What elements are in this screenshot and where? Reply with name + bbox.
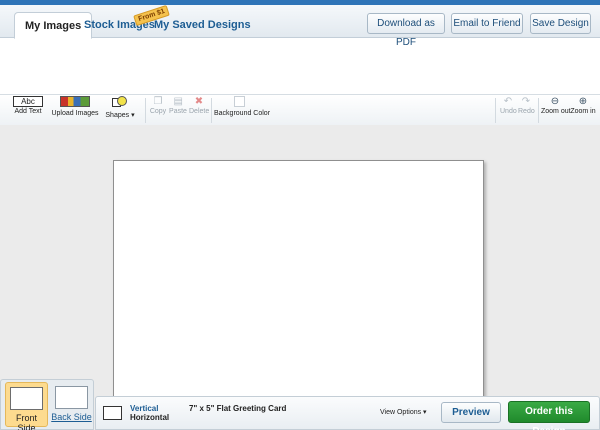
- tab-strip: My Images Stock Images From $1 My Saved …: [0, 4, 600, 48]
- undo-tool[interactable]: ↶ Undo: [500, 96, 517, 115]
- paste-tool[interactable]: ▤ Paste: [169, 96, 187, 115]
- paste-icon: ▤: [173, 96, 183, 107]
- photos-icon: [60, 96, 90, 107]
- save-design-button[interactable]: Save Design: [530, 13, 591, 34]
- redo-label: Redo: [518, 108, 535, 115]
- delete-label: Delete: [189, 108, 210, 115]
- bottom-bar: Front Side Back Side Vertical Horizontal…: [0, 376, 600, 430]
- background-color-tool[interactable]: Background Color: [214, 96, 271, 117]
- text-icon: Abc: [13, 96, 43, 107]
- background-color-label: Background Color: [214, 110, 271, 117]
- order-design-button[interactable]: Order this Design: [508, 401, 590, 430]
- zoom-in-icon: ⊕: [578, 96, 588, 107]
- upload-images-tool[interactable]: Upload Images: [51, 96, 99, 117]
- redo-icon: ↷: [521, 96, 531, 107]
- add-text-tool[interactable]: Abc Add Text: [12, 96, 44, 115]
- toolbar-divider: [211, 98, 212, 123]
- email-friend-button[interactable]: Email to Friend: [451, 13, 523, 34]
- redo-tool[interactable]: ↷ Redo: [518, 96, 535, 115]
- orientation-thumbnail: [103, 406, 122, 420]
- preview-button[interactable]: Preview: [441, 402, 501, 423]
- copy-label: Copy: [149, 108, 167, 115]
- product-name: 7" x 5" Flat Greeting Card: [189, 404, 287, 413]
- zoom-out-label: Zoom out: [541, 108, 571, 115]
- side-selector: Front Side Back Side: [0, 379, 94, 430]
- back-side-thumbnail: [55, 386, 88, 409]
- zoom-out-tool[interactable]: ⊖ Zoom out: [541, 96, 571, 115]
- front-side-tab[interactable]: Front Side: [5, 382, 48, 430]
- zoom-in-tool[interactable]: ⊕ Zoom in: [570, 96, 596, 115]
- editor-header: My Images Stock Images From $1 My Saved …: [0, 4, 600, 125]
- toolbar-divider: [145, 98, 146, 123]
- shapes-label: Shapes ▾: [105, 112, 135, 119]
- front-side-label: Front Side: [15, 413, 37, 430]
- add-text-label: Add Text: [14, 108, 42, 115]
- tab-saved-designs[interactable]: My Saved Designs: [144, 12, 261, 39]
- copy-icon: ❐: [153, 96, 163, 107]
- delete-tool[interactable]: ✖ Delete: [189, 96, 209, 115]
- zoom-in-label: Zoom in: [570, 108, 596, 115]
- toolbar-divider: [495, 98, 496, 123]
- download-pdf-button[interactable]: Download as PDF: [367, 13, 445, 48]
- front-side-thumbnail: [10, 387, 43, 410]
- delete-icon: ✖: [194, 96, 204, 107]
- shapes-icon: [112, 96, 128, 108]
- shapes-tool[interactable]: Shapes ▾: [104, 96, 136, 119]
- back-side-label: Back Side: [51, 412, 92, 422]
- zoom-out-icon: ⊖: [550, 96, 560, 107]
- design-toolbar: Abc Add Text Upload Images Shapes ▾ ❐ Co…: [0, 94, 600, 125]
- back-side-tab[interactable]: Back Side: [50, 382, 93, 427]
- horizontal-option[interactable]: Horizontal: [130, 413, 169, 422]
- view-options-dropdown[interactable]: View Options ▾: [380, 408, 427, 416]
- paste-label: Paste: [169, 108, 187, 115]
- product-info-panel: Vertical Horizontal 7" x 5" Flat Greetin…: [95, 396, 600, 430]
- color-swatch-icon: [233, 96, 245, 107]
- toolbar-divider: [538, 98, 539, 123]
- undo-icon: ↶: [503, 96, 513, 107]
- undo-label: Undo: [500, 108, 517, 115]
- upload-images-label: Upload Images: [51, 110, 99, 117]
- vertical-option[interactable]: Vertical: [130, 404, 158, 413]
- copy-tool[interactable]: ❐ Copy: [149, 96, 167, 115]
